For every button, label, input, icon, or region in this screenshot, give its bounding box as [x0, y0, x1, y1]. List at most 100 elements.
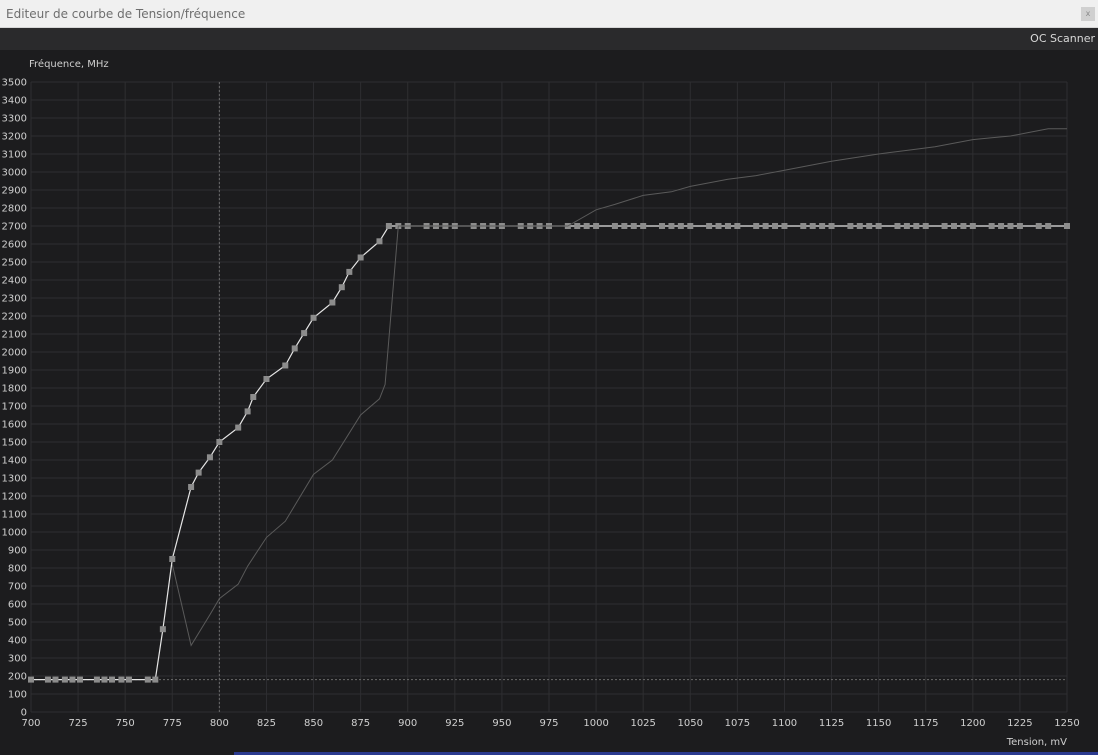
- curve-point[interactable]: [301, 330, 308, 337]
- curve-point[interactable]: [866, 223, 873, 229]
- y-tick-label: 900: [8, 546, 27, 557]
- curve-point[interactable]: [630, 223, 637, 229]
- curve-point[interactable]: [988, 223, 995, 229]
- curve-point[interactable]: [828, 223, 835, 229]
- y-tick-label: 1300: [2, 474, 27, 485]
- curve-point[interactable]: [809, 223, 816, 229]
- curve-point[interactable]: [108, 676, 115, 683]
- x-tick-label: 1025: [630, 718, 655, 729]
- curve-point[interactable]: [593, 223, 600, 229]
- curve-point[interactable]: [574, 223, 581, 229]
- x-tick-label: 1075: [725, 718, 750, 729]
- curve-point[interactable]: [235, 424, 242, 431]
- curve-point[interactable]: [772, 223, 779, 229]
- curve-point[interactable]: [640, 223, 647, 229]
- y-tick-label: 2300: [2, 294, 27, 305]
- curve-point[interactable]: [960, 223, 967, 229]
- curve-point[interactable]: [677, 223, 684, 229]
- x-tick-label: 900: [398, 718, 417, 729]
- curve-point[interactable]: [216, 439, 223, 445]
- curve-point[interactable]: [338, 284, 345, 291]
- curve-point[interactable]: [913, 223, 920, 229]
- y-tick-label: 0: [21, 708, 27, 719]
- y-tick-label: 3300: [2, 114, 27, 125]
- curve-point[interactable]: [93, 676, 100, 683]
- curve-point[interactable]: [724, 223, 731, 229]
- curve-point[interactable]: [329, 299, 336, 306]
- curve-point[interactable]: [310, 314, 317, 321]
- curve-point[interactable]: [1045, 223, 1052, 229]
- curve-point[interactable]: [781, 223, 788, 229]
- y-tick-label: 100: [8, 690, 27, 701]
- y-tick-label: 2200: [2, 312, 27, 323]
- curve-point[interactable]: [611, 223, 618, 229]
- curve-point[interactable]: [734, 223, 741, 229]
- y-tick-label: 3500: [2, 78, 27, 89]
- curve-point[interactable]: [903, 223, 910, 229]
- y-tick-label: 2100: [2, 330, 27, 341]
- y-tick-label: 1100: [2, 510, 27, 521]
- curve-point[interactable]: [856, 223, 863, 229]
- curve-point[interactable]: [687, 223, 694, 229]
- curve-point[interactable]: [346, 268, 353, 275]
- curve-point[interactable]: [659, 223, 666, 229]
- curve-point[interactable]: [101, 676, 108, 683]
- y-tick-label: 400: [8, 636, 27, 647]
- curve-point[interactable]: [668, 223, 675, 229]
- curve-point[interactable]: [762, 223, 769, 229]
- voltage-frequency-chart[interactable]: 0 100 200 300 400 500 600 700 800 900 1000 1100 1200…: [0, 0, 1098, 755]
- curve-point[interactable]: [188, 484, 195, 490]
- curve-point[interactable]: [144, 676, 151, 683]
- curve-point[interactable]: [583, 223, 590, 229]
- curve-point[interactable]: [44, 676, 51, 683]
- curve-point[interactable]: [969, 223, 976, 229]
- curve-point[interactable]: [159, 626, 166, 633]
- curve-point[interactable]: [250, 394, 257, 400]
- curve-point[interactable]: [376, 238, 383, 245]
- curve-point[interactable]: [152, 676, 159, 683]
- y-tick-label: 1600: [2, 420, 27, 431]
- x-tick-label: 775: [163, 718, 182, 729]
- x-tick-label: 1050: [678, 718, 703, 729]
- curve-point[interactable]: [922, 223, 929, 229]
- curve-point[interactable]: [1016, 223, 1023, 229]
- curve-point[interactable]: [847, 223, 854, 229]
- curve-point[interactable]: [385, 223, 392, 229]
- curve-point[interactable]: [753, 223, 760, 229]
- curve-point[interactable]: [52, 676, 59, 683]
- x-tick-label: 975: [539, 718, 558, 729]
- curve-point[interactable]: [706, 223, 713, 229]
- curve-point[interactable]: [169, 556, 176, 562]
- curve-point[interactable]: [263, 376, 270, 382]
- curve-point[interactable]: [800, 223, 807, 229]
- curve-point[interactable]: [1007, 223, 1014, 229]
- curve-point[interactable]: [195, 469, 202, 476]
- curve-point[interactable]: [875, 223, 882, 229]
- curve-point[interactable]: [621, 223, 628, 229]
- x-tick-label: 925: [445, 718, 464, 729]
- curve-point[interactable]: [941, 223, 948, 229]
- curve-point[interactable]: [206, 454, 213, 461]
- curve-point[interactable]: [125, 676, 132, 683]
- curve-point[interactable]: [69, 676, 76, 683]
- curve-point[interactable]: [61, 676, 68, 683]
- curve-point[interactable]: [1064, 223, 1070, 229]
- y-tick-label: 3200: [2, 132, 27, 143]
- curve-point[interactable]: [76, 676, 83, 683]
- curve-point[interactable]: [998, 223, 1005, 229]
- curve-point[interactable]: [950, 223, 957, 229]
- x-tick-label: 1200: [960, 718, 985, 729]
- curve-point[interactable]: [28, 676, 34, 683]
- curve-point[interactable]: [1035, 223, 1042, 229]
- y-tick-label: 1800: [2, 384, 27, 395]
- y-tick-label: 1900: [2, 366, 27, 377]
- curve-point[interactable]: [244, 408, 251, 415]
- curve-point[interactable]: [118, 676, 125, 683]
- curve-point[interactable]: [357, 254, 364, 261]
- curve-point[interactable]: [291, 345, 298, 352]
- curve-point[interactable]: [894, 223, 901, 229]
- curve-point[interactable]: [715, 223, 722, 229]
- y-tick-label: 2800: [2, 204, 27, 215]
- curve-point[interactable]: [282, 362, 289, 369]
- curve-point[interactable]: [819, 223, 826, 229]
